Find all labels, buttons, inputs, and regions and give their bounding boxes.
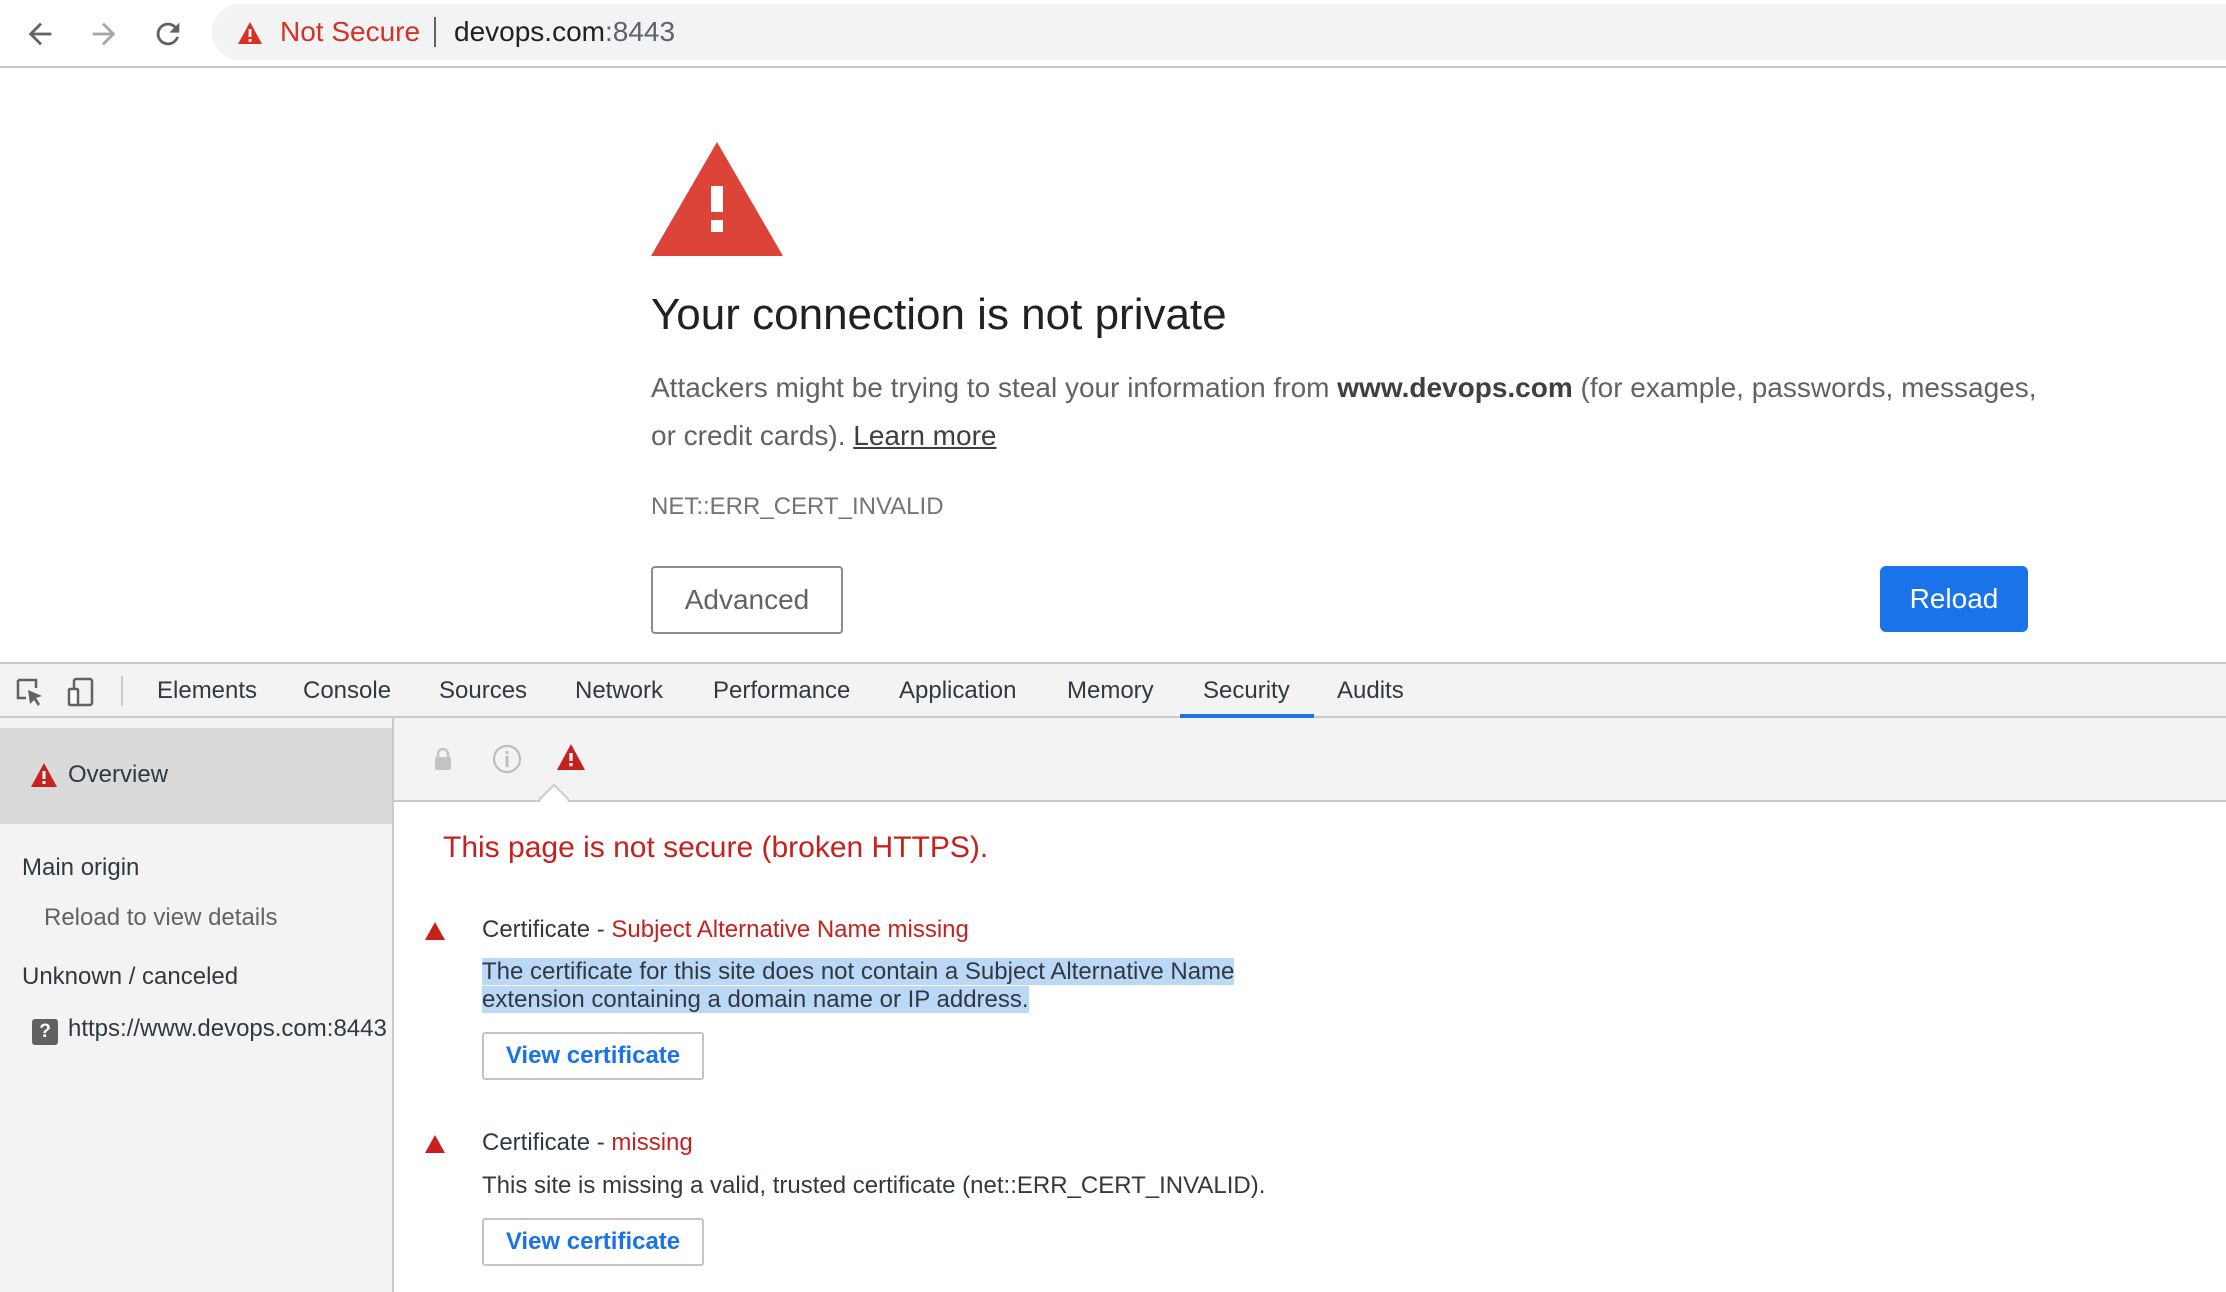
warning-icon [556,743,586,776]
advanced-button[interactable]: Advanced [651,566,843,634]
sidebar-item-overview[interactable]: Overview [0,728,392,824]
back-icon[interactable] [18,12,62,56]
lock-icon [434,747,452,776]
tab-elements[interactable]: Elements [157,677,257,705]
security-summary: This page is not secure (broken HTTPS). [443,831,989,864]
inspect-element-icon[interactable] [14,676,46,713]
devtools-tabbar: Elements Console Sources Network Perform… [0,662,2226,718]
sidebar-reload-hint: Reload to view details [44,904,278,931]
tab-network[interactable]: Network [575,677,663,705]
reload-button[interactable]: Reload [1880,566,2028,632]
tab-audits[interactable]: Audits [1337,677,1404,705]
security-state-bar [394,718,2226,815]
warning-icon [424,921,446,946]
url-text[interactable]: devops.com:8443 [454,16,675,48]
sidebar-heading-unknown: Unknown / canceled [22,963,239,990]
omnibox-separator [434,17,436,47]
sidebar-heading-main-origin: Main origin [22,854,140,881]
browser-toolbar: Not Secure devops.com:8443 [0,0,2226,68]
large-warning-icon [650,140,784,263]
warning-icon [237,21,263,50]
active-state-caret [538,783,570,815]
page-title: Your connection is not private [651,290,1227,339]
sidebar-item-origin[interactable]: https://www.devops.com:8443 [68,1015,392,1043]
address-bar[interactable]: Not Secure devops.com:8443 [212,4,2226,60]
issue-title: Certificate - Subject Alternative Name m… [482,916,969,943]
view-certificate-button[interactable]: View certificate [482,1218,704,1266]
tab-performance[interactable]: Performance [713,677,850,705]
learn-more-link[interactable]: Learn more [853,420,996,451]
reload-icon[interactable] [146,12,190,56]
tab-console[interactable]: Console [303,677,391,705]
tab-memory[interactable]: Memory [1067,677,1154,705]
view-certificate-button[interactable]: View certificate [482,1032,704,1080]
security-panel: This page is not secure (broken HTTPS). … [394,718,2226,1292]
tab-security[interactable]: Security [1203,677,1290,705]
device-toolbar-icon[interactable] [66,676,98,713]
security-sidebar: Overview Main origin Reload to view deta… [0,718,394,1292]
not-secure-label[interactable]: Not Secure [280,16,420,48]
info-icon [492,744,522,779]
tab-sources[interactable]: Sources [439,677,527,705]
issue-description: The certificate for this site does not c… [482,958,1235,1013]
warning-description: Attackers might be trying to steal your … [651,372,2037,451]
error-code: NET::ERR_CERT_INVALID [651,493,944,520]
forward-icon[interactable] [82,12,126,56]
warning-icon [424,1134,446,1159]
issue-title: Certificate - missing [482,1129,693,1156]
issue-description: This site is missing a valid, trusted ce… [482,1172,1266,1199]
toolbar-divider [121,676,123,706]
unknown-origin-icon: ? [32,1019,58,1045]
tab-application[interactable]: Application [899,677,1016,705]
warning-icon [30,762,58,793]
